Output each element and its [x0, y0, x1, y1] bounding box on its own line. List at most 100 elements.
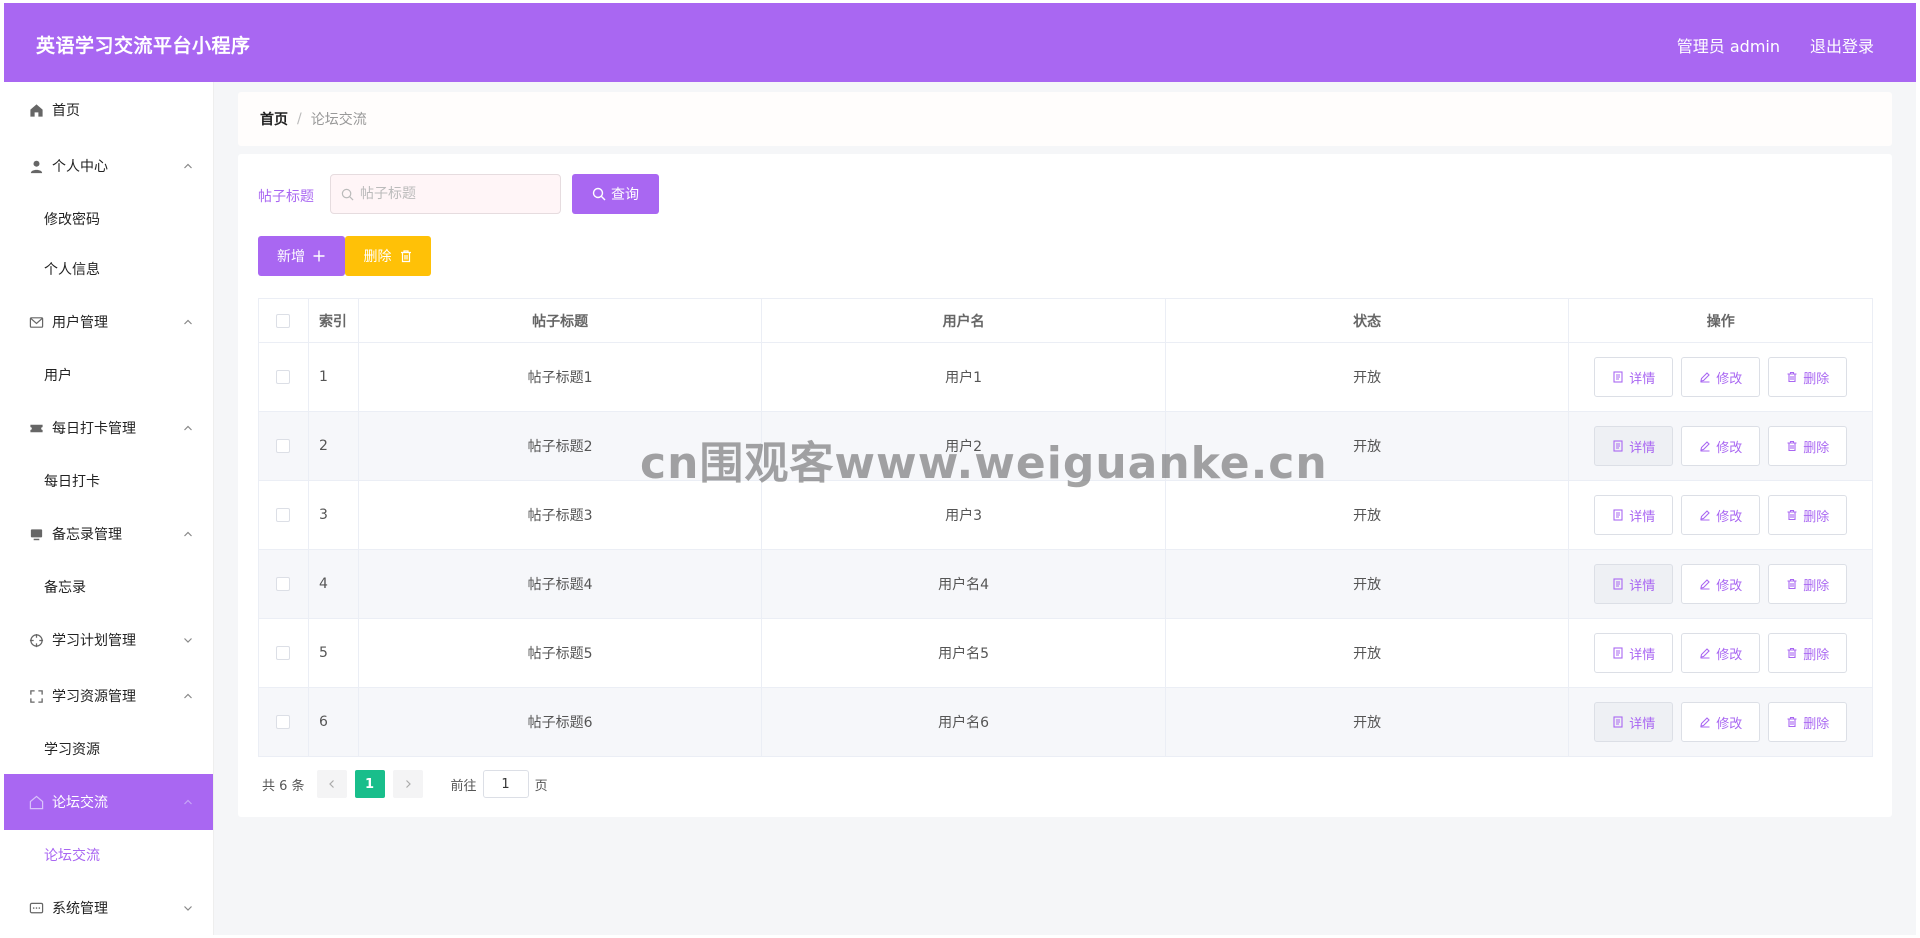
- add-button[interactable]: 新增: [258, 236, 345, 276]
- detail-button[interactable]: 详情: [1594, 564, 1674, 604]
- detail-button[interactable]: 详情: [1594, 357, 1674, 397]
- trash-icon: [1787, 647, 1797, 659]
- breadcrumb: 首页 / 论坛交流: [238, 92, 1892, 146]
- edit-button[interactable]: 修改: [1681, 564, 1761, 604]
- sidebar-subitem-personal-info[interactable]: 个人信息: [4, 244, 213, 294]
- mail-icon: [28, 314, 44, 330]
- sidebar-subitem-users[interactable]: 用户: [4, 350, 213, 400]
- delete-button[interactable]: 删除: [1768, 357, 1848, 397]
- sidebar-item-study-resource-management[interactable]: 学习资源管理: [4, 668, 213, 724]
- sidebar-item-system-management[interactable]: 系统管理: [4, 880, 213, 935]
- delete-button[interactable]: 删除: [1768, 564, 1848, 604]
- sidebar-subitem-memo[interactable]: 备忘录: [4, 562, 213, 612]
- sidebar-item-home[interactable]: 首页: [4, 82, 213, 138]
- edit-button[interactable]: 修改: [1681, 495, 1761, 535]
- sidebar-item-label: 每日打卡管理: [52, 421, 136, 437]
- row-index: 5: [309, 619, 359, 687]
- detail-button[interactable]: 详情: [1594, 495, 1674, 535]
- sidebar-item-daily-checkin-management[interactable]: 每日打卡管理: [4, 400, 213, 456]
- chevron-up-icon: [184, 693, 192, 699]
- sidebar-subitem-daily-checkin[interactable]: 每日打卡: [4, 456, 213, 506]
- row-checkbox[interactable]: [276, 370, 291, 384]
- header-username: 用户名: [762, 299, 1166, 342]
- page-number-1[interactable]: 1: [354, 770, 385, 798]
- search-icon: [592, 187, 606, 201]
- logout-link[interactable]: 退出登录: [1810, 33, 1874, 57]
- query-button[interactable]: 查询: [572, 174, 659, 214]
- admin-user-label: 管理员 admin: [1676, 37, 1780, 56]
- query-button-label: 查询: [611, 187, 639, 203]
- delete-button[interactable]: 删除: [1768, 633, 1848, 673]
- edit-button-label: 修改: [1716, 440, 1743, 456]
- row-checkbox-cell: [259, 550, 309, 618]
- sidebar-subitem-change-password[interactable]: 修改密码: [4, 194, 213, 244]
- sidebar-item-forum[interactable]: 论坛交流: [4, 774, 213, 830]
- detail-button[interactable]: 详情: [1594, 633, 1674, 673]
- trash-icon: [400, 250, 411, 263]
- sidebar-item-label: 学习资源管理: [52, 689, 136, 705]
- delete-button-label: 删除: [1803, 440, 1830, 456]
- table-body: 1 帖子标题1 用户1 开放 详情 修改 删除 2 帖子标题2 用户2 开放 详…: [259, 343, 1872, 757]
- edit-button[interactable]: 修改: [1681, 702, 1761, 742]
- row-status: 开放: [1166, 343, 1570, 411]
- next-page-button[interactable]: [392, 770, 423, 798]
- edit-button[interactable]: 修改: [1681, 426, 1761, 466]
- row-title: 帖子标题4: [359, 550, 763, 618]
- table-row: 3 帖子标题3 用户3 开放 详情 修改 删除: [259, 481, 1872, 550]
- edit-icon: [1700, 648, 1710, 659]
- edit-icon: [1700, 441, 1710, 452]
- document-icon: [1613, 371, 1623, 383]
- row-username: 用户名4: [762, 550, 1166, 618]
- row-index: 4: [309, 550, 359, 618]
- pagination-total: 共 6 条: [262, 778, 305, 794]
- table-row: 1 帖子标题1 用户1 开放 详情 修改 删除: [259, 343, 1872, 412]
- goto-page-input[interactable]: 1: [482, 770, 529, 798]
- edit-button-label: 修改: [1716, 647, 1743, 663]
- sidebar-item-study-plan-management[interactable]: 学习计划管理: [4, 612, 213, 668]
- delete-button[interactable]: 删除: [1768, 702, 1848, 742]
- sidebar-item-memo-management[interactable]: 备忘录管理: [4, 506, 213, 562]
- detail-button[interactable]: 详情: [1594, 702, 1674, 742]
- sidebar-subitem-study-resources[interactable]: 学习资源: [4, 724, 213, 774]
- sidebar-subitem-label: 每日打卡: [44, 474, 100, 490]
- sidebar-item-personal-center[interactable]: 个人中心: [4, 138, 213, 194]
- home-icon: [28, 102, 44, 118]
- row-checkbox[interactable]: [276, 715, 291, 729]
- add-button-label: 新增: [277, 249, 305, 265]
- pagination: 共 6 条 1 前往 1 页: [262, 770, 548, 798]
- document-icon: [1613, 716, 1623, 728]
- row-ops: 详情 修改 删除: [1569, 412, 1872, 480]
- header-index: 索引: [309, 299, 359, 342]
- sidebar-subitem-forum[interactable]: 论坛交流: [4, 830, 213, 880]
- select-all-checkbox[interactable]: [276, 313, 291, 328]
- row-index: 1: [309, 343, 359, 411]
- row-title: 帖子标题2: [359, 412, 763, 480]
- sidebar: 首页 个人中心 修改密码 个人信息 用户管理 用户 每日打卡管理 每日打卡 备忘…: [4, 82, 214, 935]
- delete-button[interactable]: 删除: [1768, 495, 1848, 535]
- row-checkbox-cell: [259, 688, 309, 756]
- row-checkbox[interactable]: [276, 646, 291, 660]
- row-checkbox[interactable]: [276, 439, 291, 453]
- batch-delete-button[interactable]: 删除: [345, 236, 431, 276]
- prev-page-button[interactable]: [316, 770, 347, 798]
- edit-icon: [1700, 579, 1710, 590]
- detail-button[interactable]: 详情: [1594, 426, 1674, 466]
- row-username: 用户名5: [762, 619, 1166, 687]
- row-checkbox[interactable]: [276, 508, 291, 522]
- search-input[interactable]: [360, 186, 540, 202]
- delete-button-label: 删除: [1803, 578, 1830, 594]
- table-row: 4 帖子标题4 用户名4 开放 详情 修改 删除: [259, 550, 1872, 619]
- edit-button[interactable]: 修改: [1681, 357, 1761, 397]
- row-ops: 详情 修改 删除: [1569, 688, 1872, 756]
- row-checkbox[interactable]: [276, 577, 291, 591]
- page-suffix: 页: [534, 778, 548, 794]
- search-input-wrapper[interactable]: [330, 174, 561, 214]
- breadcrumb-home[interactable]: 首页: [260, 109, 288, 129]
- edit-button[interactable]: 修改: [1681, 633, 1761, 673]
- sidebar-item-label: 备忘录管理: [52, 527, 122, 543]
- edit-button-label: 修改: [1716, 371, 1743, 387]
- delete-button[interactable]: 删除: [1768, 426, 1848, 466]
- breadcrumb-current: 论坛交流: [310, 112, 367, 128]
- sidebar-item-user-management[interactable]: 用户管理: [4, 294, 213, 350]
- row-title: 帖子标题6: [359, 688, 763, 756]
